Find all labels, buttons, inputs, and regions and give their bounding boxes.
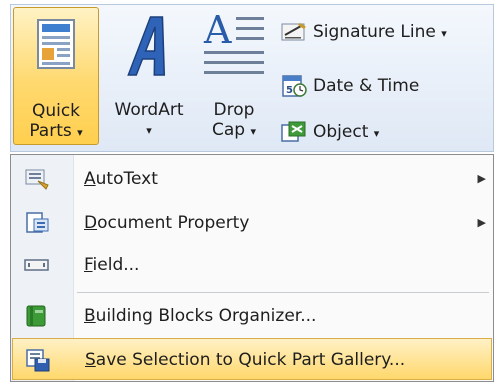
signature-line-icon (281, 22, 306, 41)
building-blocks-icon (26, 305, 46, 327)
wordart-button[interactable]: WordArt ▾ (109, 7, 189, 145)
menu-separator (77, 292, 489, 293)
object-label: Object (313, 122, 369, 142)
menu-item-field-accesskey: F (84, 255, 93, 275)
wordart-icon (127, 16, 166, 76)
wordart-label: WordArt (114, 100, 184, 120)
menu-item-autotext-accesskey: A (84, 169, 96, 189)
autotext-icon (25, 169, 49, 190)
submenu-arrow-icon: ▶ (477, 172, 486, 185)
menu-item-building-blocks-organizer-label: uilding Blocks Organizer... (95, 306, 317, 326)
menu-item-building-blocks-organizer-accesskey: B (84, 306, 96, 326)
document-property-icon (26, 212, 49, 233)
insert-text-ribbon-group: Quick Parts ▾ WordArt ▾ A Drop Cap ▾ Sig… (10, 4, 494, 152)
object-button[interactable]: Object ▾ (281, 117, 491, 147)
quick-parts-menu: AutoText ▶ Document Property ▶ Field... … (10, 154, 494, 382)
drop-cap-icon: A (203, 9, 264, 74)
date-time-label: Date & Time (313, 76, 420, 96)
svg-text:5: 5 (286, 85, 293, 96)
drop-cap-button[interactable]: A Drop Cap ▾ (196, 7, 272, 145)
chevron-down-icon: ▾ (441, 27, 447, 40)
menu-item-save-selection-accesskey: S (85, 350, 96, 370)
chevron-down-icon: ▾ (77, 126, 83, 139)
date-time-button[interactable]: 5 Date & Time (281, 71, 491, 101)
submenu-arrow-icon: ▶ (477, 216, 486, 229)
field-icon (24, 259, 49, 271)
menu-item-document-property-label: ocument Property (97, 213, 250, 233)
menu-item-document-property-accesskey: D (84, 213, 98, 233)
menu-item-save-selection[interactable]: Save Selection to Quick Part Gallery... (12, 338, 492, 380)
object-icon (281, 121, 306, 142)
signature-line-label: Signature Line (313, 22, 436, 42)
chevron-down-icon: ▾ (373, 127, 380, 140)
menu-item-autotext-label: utoText (95, 169, 158, 189)
save-selection-icon (26, 349, 50, 372)
quick-parts-label-line1: Quick (31, 101, 81, 121)
date-time-icon: 5 (282, 75, 307, 97)
quick-parts-label-line2: Parts ▾ (29, 121, 83, 141)
quick-parts-icon (37, 19, 75, 69)
menu-item-field-label: ield... (92, 255, 140, 275)
menu-item-autotext[interactable]: AutoText ▶ (12, 158, 492, 200)
menu-item-save-selection-label: ave Selection to Quick Part Gallery... (95, 350, 406, 370)
chevron-down-icon: ▾ (146, 124, 152, 137)
drop-cap-label-line2: Cap ▾ (211, 120, 257, 140)
menu-item-document-property[interactable]: Document Property ▶ (12, 202, 492, 244)
quick-parts-button[interactable]: Quick Parts ▾ (13, 7, 99, 145)
svg-text:A: A (203, 9, 232, 52)
menu-item-building-blocks-organizer[interactable]: Building Blocks Organizer... (12, 295, 492, 337)
menu-item-field[interactable]: Field... (12, 244, 492, 286)
chevron-down-icon: ▾ (250, 125, 257, 138)
signature-line-button[interactable]: Signature Line ▾ (281, 17, 491, 47)
drop-cap-label-line1: Drop (213, 100, 255, 120)
